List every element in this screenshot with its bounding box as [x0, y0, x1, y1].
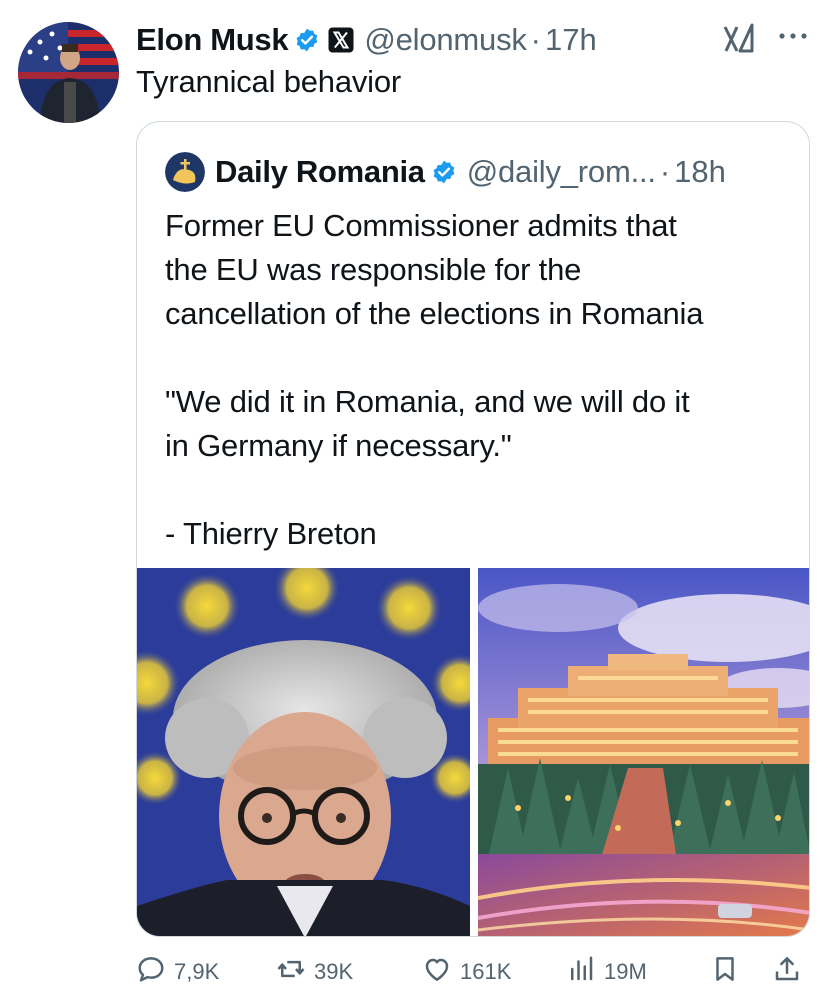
views-button[interactable]: 19M — [566, 952, 647, 992]
heart-icon — [422, 954, 452, 990]
quote-line: - Thierry Breton — [165, 516, 377, 551]
portrait-photo[interactable] — [137, 568, 470, 936]
grok-icon[interactable] — [722, 22, 756, 56]
reply-count: 7,9K — [174, 959, 220, 984]
quote-media — [137, 568, 809, 936]
palace-photo[interactable] — [478, 568, 809, 936]
author-name[interactable]: Elon Musk — [136, 22, 289, 58]
share-button[interactable] — [772, 952, 802, 992]
quote-author-handle[interactable]: @daily_rom... — [467, 154, 656, 190]
quote-line: the EU was responsible for the — [165, 252, 582, 287]
quoted-tweet[interactable]: Daily Romania @daily_rom... · 18h Former… — [136, 121, 810, 937]
quote-time[interactable]: 18h — [674, 154, 726, 190]
separator-dot: · — [659, 154, 671, 189]
tweet-header: Elon Musk @elonmusk · 17h — [136, 20, 597, 60]
tweet-time[interactable]: 17h — [545, 22, 597, 58]
x-logo-icon[interactable] — [328, 27, 354, 53]
views-icon — [566, 954, 596, 990]
quote-line-blank — [165, 468, 795, 512]
tweet-text: Tyrannical behavior — [136, 64, 402, 99]
bookmark-icon — [710, 954, 740, 990]
quote-author-name[interactable]: Daily Romania — [215, 154, 425, 190]
author-handle[interactable]: @elonmusk — [364, 22, 527, 58]
reply-icon — [136, 954, 166, 990]
more-options-icon[interactable] — [776, 26, 810, 46]
quote-text: Former EU Commissioner admits that the E… — [165, 204, 795, 556]
quote-line: in Germany if necessary." — [165, 428, 512, 463]
like-button[interactable]: 161K — [422, 952, 511, 992]
separator-dot: · — [530, 22, 541, 57]
reply-button[interactable]: 7,9K — [136, 952, 219, 992]
action-bar: 7,9K 39K 161K 19M — [136, 952, 810, 992]
like-count: 161K — [460, 959, 512, 984]
share-icon — [772, 954, 802, 990]
quote-header: Daily Romania @daily_rom... · 18h — [165, 152, 726, 192]
verified-badge-icon — [294, 27, 320, 53]
quote-line-blank — [165, 336, 795, 380]
repost-count: 39K — [314, 959, 354, 984]
verified-badge-icon — [431, 159, 457, 185]
bookmark-button[interactable] — [710, 952, 740, 992]
quote-line: "We did it in Romania, and we will do it — [165, 384, 690, 419]
views-count: 19M — [604, 959, 647, 984]
repost-button[interactable]: 39K — [276, 952, 353, 992]
quote-avatar[interactable] — [165, 152, 205, 192]
repost-icon — [276, 954, 306, 990]
quote-line: Former EU Commissioner admits that — [165, 208, 677, 243]
author-avatar[interactable] — [18, 22, 119, 123]
quote-line: cancellation of the elections in Romania — [165, 296, 704, 331]
